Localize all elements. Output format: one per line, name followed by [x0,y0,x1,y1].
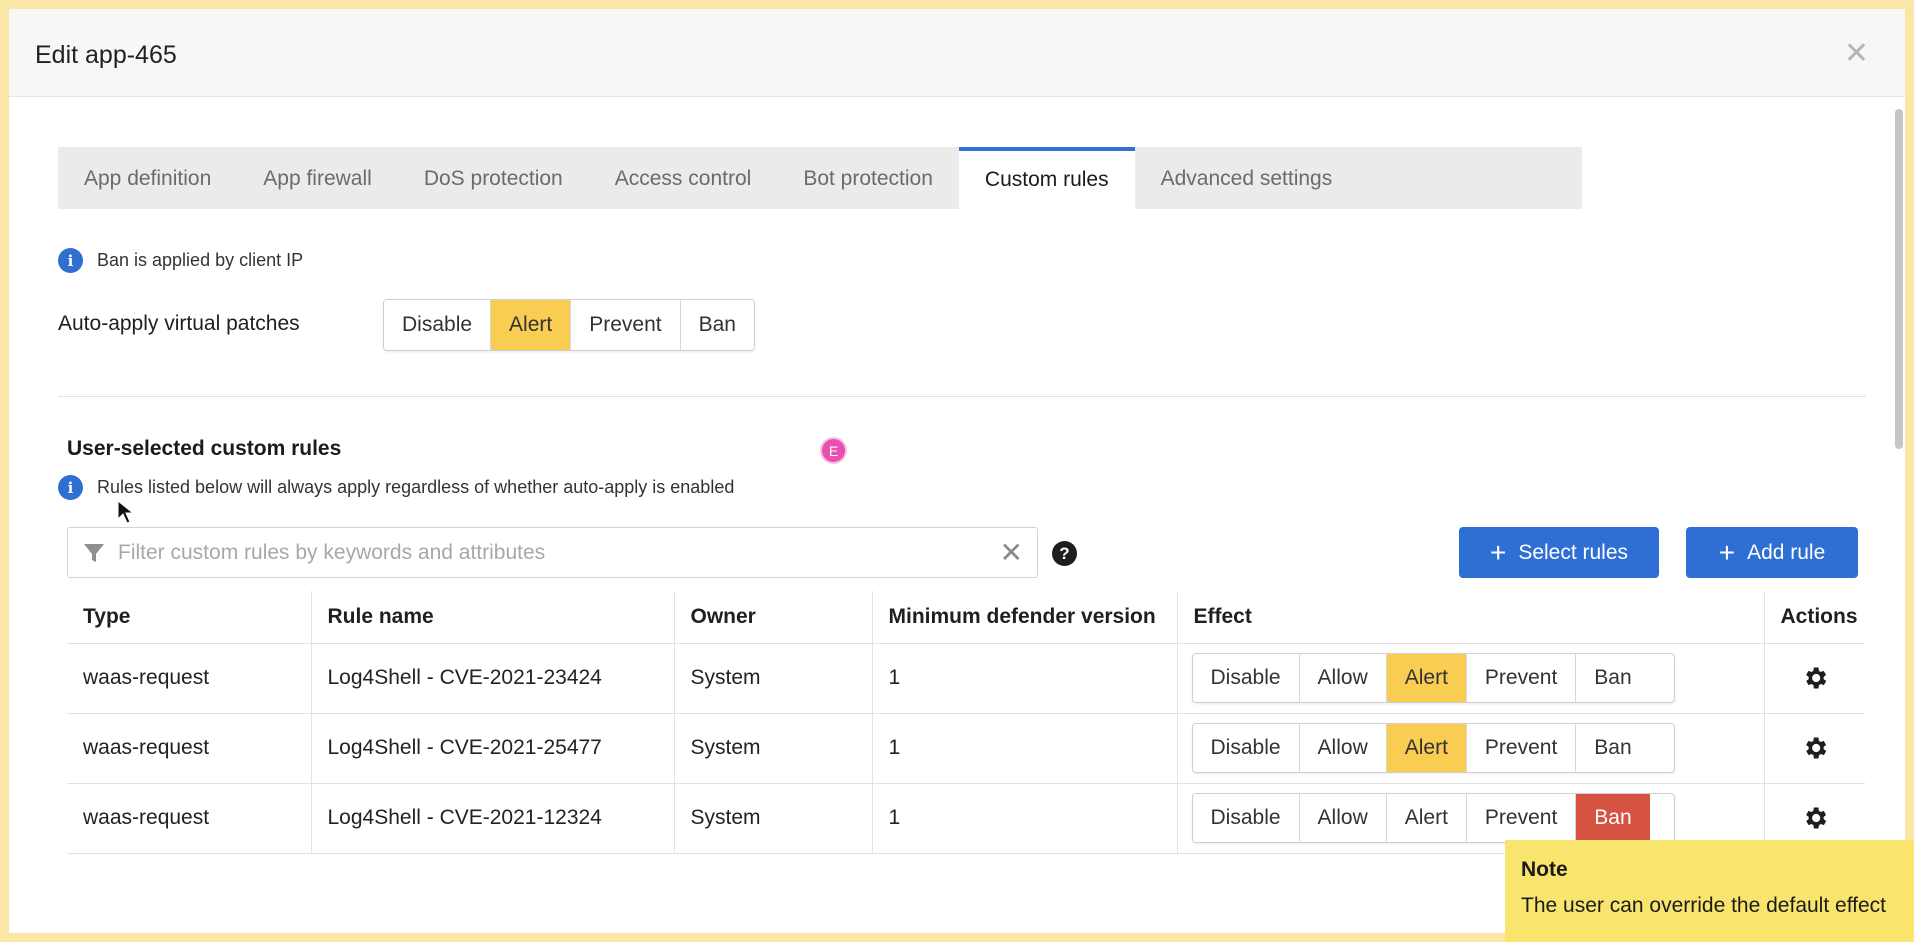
tab-access-control[interactable]: Access control [589,147,778,209]
effect-alert[interactable]: Alert [1386,654,1467,702]
table-header-row: Type Rule name Owner Minimum defender ve… [67,591,1865,644]
gear-icon[interactable] [1801,664,1829,692]
effect-prevent[interactable]: Prevent [1466,724,1577,772]
cell-actions [1764,713,1865,784]
rules-info-text: Rules listed below will always apply reg… [97,477,735,497]
effect-ban[interactable]: Ban [1576,794,1650,842]
auto-apply-segmented-control: Disable Alert Prevent Ban [383,299,755,351]
filter-icon [84,543,104,562]
column-header-owner[interactable]: Owner [674,591,873,644]
effect-disable[interactable]: Disable [1192,724,1300,772]
column-header-effect[interactable]: Effect [1177,591,1765,644]
effect-segmented-control: Disable Allow Alert Prevent Ban [1191,793,1675,843]
cell-effect: Disable Allow Alert Prevent Ban [1177,643,1765,714]
table-row: waas-request Log4Shell - CVE-2021-23424 … [67,643,1865,714]
cell-rule-name: Log4Shell - CVE-2021-23424 [311,643,675,714]
cell-effect: Disable Allow Alert Prevent Ban [1177,713,1765,784]
cell-min-version: 1 [872,713,1178,784]
gear-icon[interactable] [1801,734,1829,762]
cell-type: waas-request [67,783,312,854]
cell-min-version: 1 [872,643,1178,714]
tab-advanced-settings[interactable]: Advanced settings [1135,147,1359,209]
cell-actions [1764,643,1865,714]
filter-bar: ✕ [67,527,1038,578]
column-header-type[interactable]: Type [67,591,312,644]
close-icon[interactable]: ✕ [1844,39,1869,69]
info-icon: i [58,475,83,500]
effect-allow[interactable]: Allow [1299,654,1387,702]
effect-segmented-control: Disable Allow Alert Prevent Ban [1191,653,1675,703]
select-rules-button[interactable]: + Select rules [1459,527,1659,578]
table-row: waas-request Log4Shell - CVE-2021-25477 … [67,713,1865,784]
modal-title: Edit app-465 [35,41,177,69]
effect-prevent[interactable]: Prevent [1466,654,1577,702]
auto-apply-disable[interactable]: Disable [384,300,492,350]
note-callout: Note The user can override the default e… [1505,840,1914,942]
help-icon[interactable]: ? [1052,541,1077,566]
add-rule-label: Add rule [1747,540,1826,564]
note-title: Note [1521,858,1568,881]
select-rules-label: Select rules [1518,540,1629,564]
mouse-cursor-icon [117,500,135,524]
auto-apply-ban[interactable]: Ban [680,300,754,350]
cell-owner: System [674,783,873,854]
tab-dos-protection[interactable]: DoS protection [398,147,589,209]
effect-ban[interactable]: Ban [1576,724,1650,772]
effect-segmented-control: Disable Allow Alert Prevent Ban [1191,723,1675,773]
info-icon: i [58,248,83,273]
modal-header: Edit app-465 ✕ [9,9,1905,97]
column-header-min-version[interactable]: Minimum defender version [872,591,1178,644]
auto-apply-label: Auto-apply virtual patches [58,312,300,335]
effect-disable[interactable]: Disable [1192,794,1300,842]
custom-rules-table: Type Rule name Owner Minimum defender ve… [67,591,1865,854]
cell-owner: System [674,643,873,714]
add-rule-button[interactable]: + Add rule [1686,527,1858,578]
tab-bar: App definition App firewall DoS protecti… [58,147,1582,209]
plus-icon: + [1489,536,1507,568]
scrollbar[interactable] [1895,109,1903,449]
cell-type: waas-request [67,643,312,714]
section-divider [58,396,1866,397]
tab-app-firewall[interactable]: App firewall [237,147,398,209]
ban-info-text: Ban is applied by client IP [97,250,304,270]
auto-apply-alert[interactable]: Alert [491,300,572,350]
column-header-actions: Actions [1764,591,1865,644]
effect-disable[interactable]: Disable [1192,654,1300,702]
auto-apply-prevent[interactable]: Prevent [571,300,681,350]
plus-icon: + [1718,536,1736,568]
cell-rule-name: Log4Shell - CVE-2021-25477 [311,713,675,784]
cell-type: waas-request [67,713,312,784]
column-header-rule-name[interactable]: Rule name [311,591,675,644]
effect-alert[interactable]: Alert [1386,794,1467,842]
edit-app-modal: Edit app-465 ✕ App definition App firewa… [9,9,1905,933]
note-text: The user can override the default effect [1521,894,1886,917]
filter-input[interactable] [118,540,1000,565]
section-title: User-selected custom rules [67,437,342,460]
effect-allow[interactable]: Allow [1299,794,1387,842]
tab-app-definition[interactable]: App definition [58,147,237,209]
tab-bot-protection[interactable]: Bot protection [777,147,959,209]
effect-ban[interactable]: Ban [1576,654,1650,702]
cell-min-version: 1 [872,783,1178,854]
effect-allow[interactable]: Allow [1299,724,1387,772]
clear-icon[interactable]: ✕ [1000,536,1023,569]
cell-owner: System [674,713,873,784]
gear-icon[interactable] [1801,804,1829,832]
ban-info: i Ban is applied by client IP [58,248,303,273]
effect-alert[interactable]: Alert [1386,724,1467,772]
effect-prevent[interactable]: Prevent [1466,794,1577,842]
tab-custom-rules[interactable]: Custom rules [958,147,1135,209]
cell-rule-name: Log4Shell - CVE-2021-12324 [311,783,675,854]
avatar: E [820,437,847,464]
rules-info: i Rules listed below will always apply r… [58,475,734,500]
